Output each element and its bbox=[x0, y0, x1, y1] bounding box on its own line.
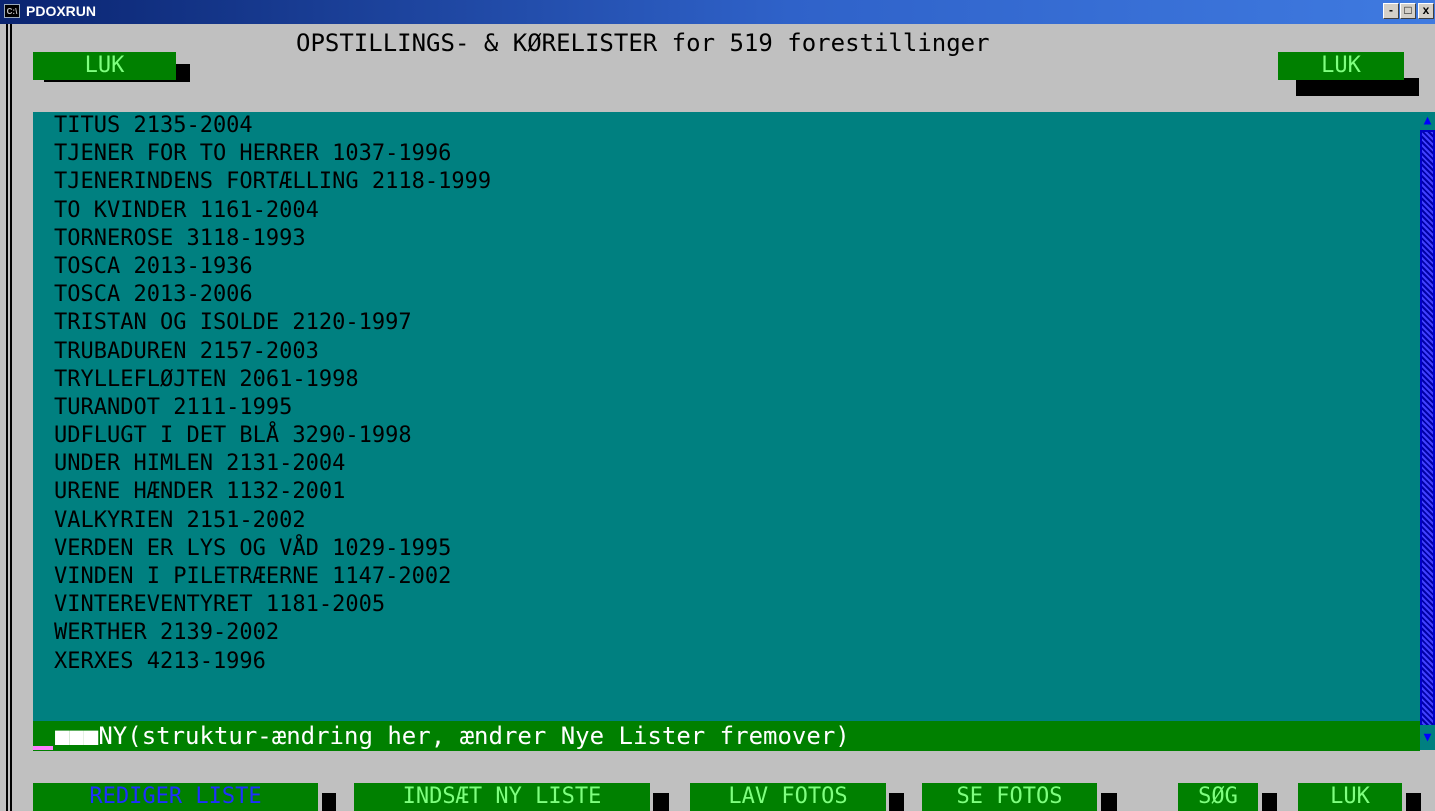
edit-list-button[interactable]: REDIGER LISTE bbox=[33, 783, 318, 811]
list-item[interactable]: TORNEROSE 3118-1993 bbox=[33, 225, 1420, 253]
button-shadow bbox=[1406, 793, 1421, 811]
new-list-row[interactable]: ■■■NY(struktur-ændring her, ændrer Nye L… bbox=[33, 721, 1420, 751]
list-item[interactable]: XERXES 4213-1996 bbox=[33, 648, 1420, 676]
list-item[interactable]: URENE HÆNDER 1132-2001 bbox=[33, 478, 1420, 506]
frame-left-border-inner bbox=[10, 24, 12, 811]
close-button-left[interactable]: LUK bbox=[33, 52, 176, 80]
vertical-scrollbar[interactable]: ▲ ▼ bbox=[1420, 112, 1435, 750]
close-window-button[interactable]: x bbox=[1418, 3, 1434, 19]
list-item[interactable]: VINDEN I PILETRÆERNE 1147-2002 bbox=[33, 563, 1420, 591]
down-arrow-icon[interactable]: ▼ bbox=[1420, 725, 1435, 750]
close-button-right[interactable]: LUK bbox=[1278, 52, 1404, 80]
list-item[interactable]: TOSCA 2013-2006 bbox=[33, 281, 1420, 309]
list-item[interactable]: TRYLLEFLØJTEN 2061-1998 bbox=[33, 366, 1420, 394]
window-titlebar[interactable]: C:\ PDOXRUN - □ x bbox=[0, 0, 1435, 24]
button-shadow bbox=[1296, 78, 1419, 96]
list-item[interactable]: UNDER HIMLEN 2131-2004 bbox=[33, 450, 1420, 478]
block-cursor-icon: ■■■ bbox=[55, 722, 99, 750]
button-shadow bbox=[889, 793, 904, 811]
search-button[interactable]: SØG bbox=[1178, 783, 1258, 811]
list-item[interactable]: VALKYRIEN 2151-2002 bbox=[33, 507, 1420, 535]
list-item[interactable]: TJENERINDENS FORTÆLLING 2118-1999 bbox=[33, 168, 1420, 196]
list-item[interactable]: TO KVINDER 1161-2004 bbox=[33, 197, 1420, 225]
scrollbar-thumb[interactable] bbox=[1422, 132, 1433, 732]
new-list-row-label: NY(struktur-ændring her, ændrer Nye List… bbox=[98, 722, 850, 750]
close-button-bottom[interactable]: LUK bbox=[1298, 783, 1402, 811]
performance-list[interactable]: TITUS 2135-2004 TJENER FOR TO HERRER 103… bbox=[33, 112, 1420, 750]
button-shadow bbox=[1262, 793, 1277, 811]
frame-left-border bbox=[6, 24, 8, 811]
maximize-button[interactable]: □ bbox=[1400, 3, 1416, 19]
list-item[interactable]: TJENER FOR TO HERRER 1037-1996 bbox=[33, 140, 1420, 168]
console-app-icon: C:\ bbox=[4, 4, 20, 18]
window-title: PDOXRUN bbox=[26, 3, 97, 19]
list-item[interactable]: VINTEREVENTYRET 1181-2005 bbox=[33, 591, 1420, 619]
minimize-button[interactable]: - bbox=[1383, 3, 1399, 19]
list-item[interactable]: UDFLUGT I DET BLÅ 3290-1998 bbox=[33, 422, 1420, 450]
list-item[interactable]: WERTHER 2139-2002 bbox=[33, 619, 1420, 647]
list-item[interactable]: VERDEN ER LYS OG VÅD 1029-1995 bbox=[33, 535, 1420, 563]
button-shadow bbox=[1101, 793, 1117, 811]
list-item[interactable]: TITUS 2135-2004 bbox=[33, 112, 1420, 140]
view-photos-button[interactable]: SE FOTOS bbox=[922, 783, 1097, 811]
text-cursor bbox=[33, 746, 53, 750]
button-shadow bbox=[322, 793, 336, 811]
insert-new-list-button[interactable]: INDSÆT NY LISTE bbox=[354, 783, 650, 811]
up-arrow-icon[interactable]: ▲ bbox=[1420, 112, 1435, 130]
page-title: OPSTILLINGS- & KØRELISTER for 519 forest… bbox=[296, 29, 990, 57]
button-shadow bbox=[653, 793, 669, 811]
make-photos-button[interactable]: LAV FOTOS bbox=[690, 783, 886, 811]
list-item[interactable]: TRISTAN OG ISOLDE 2120-1997 bbox=[33, 309, 1420, 337]
list-item[interactable]: TURANDOT 2111-1995 bbox=[33, 394, 1420, 422]
list-item[interactable]: TOSCA 2013-1936 bbox=[33, 253, 1420, 281]
list-item[interactable]: TRUBADUREN 2157-2003 bbox=[33, 338, 1420, 366]
